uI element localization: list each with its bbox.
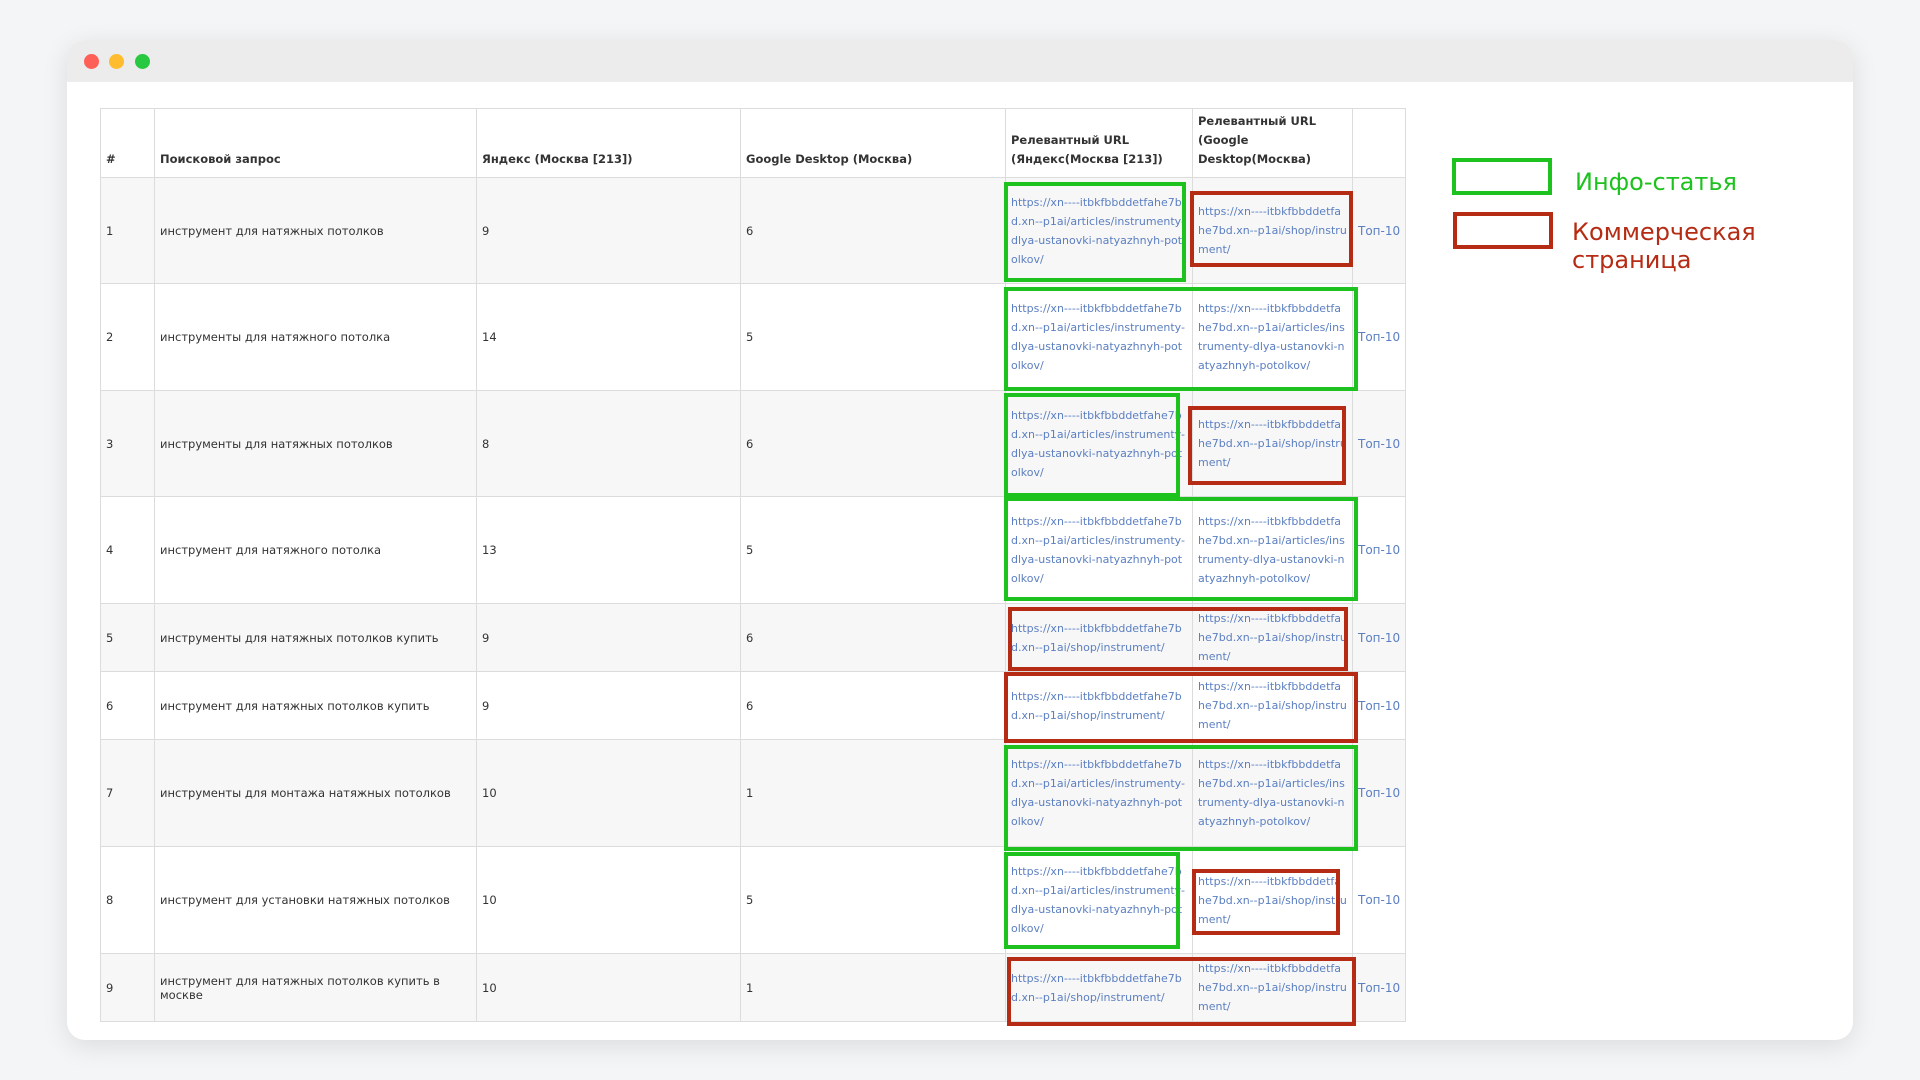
table-row: 2 инструменты для натяжного потолка 14 5 htt…	[100, 283, 1407, 391]
column-header-google: Google Desktop (Москва)	[740, 108, 1006, 178]
legend-info-swatch	[1452, 158, 1552, 195]
column-header-query: Поисковой запрос	[154, 108, 477, 178]
top-status-link[interactable]: Топ-10	[1351, 603, 1407, 672]
window-titlebar	[67, 40, 1853, 82]
table-row: 1 инструмент для натяжных потолков 9 6 https…	[100, 177, 1407, 284]
query-cell: инструмент для натяжных потолков	[154, 177, 477, 284]
google-url-link[interactable]: https://xn----itbkfbbddetfahe7bd.xn--p1a…	[1192, 846, 1353, 954]
yandex-position-cell: 10	[476, 739, 741, 847]
top-status-link[interactable]: Топ-10	[1351, 177, 1407, 284]
google-url-link[interactable]: https://xn----itbkfbbddetfahe7bd.xn--p1a…	[1192, 496, 1353, 604]
row-number-cell: 9	[100, 953, 155, 1022]
serp-table: # Поисковой запрос Яндекс (Москва [213])…	[100, 108, 1407, 1022]
google-position-cell: 5	[740, 846, 1006, 954]
top-status-link[interactable]: Топ-10	[1351, 953, 1407, 1022]
column-header-url-google: Релевантный URL (Google Desktop(Москва)	[1192, 108, 1353, 178]
yandex-url-link[interactable]: https://xn----itbkfbbddetfahe7bd.xn--p1a…	[1005, 283, 1193, 391]
yandex-url-link[interactable]: https://xn----itbkfbbddetfahe7bd.xn--p1a…	[1005, 496, 1193, 604]
query-cell: инструменты для натяжных потолков купить	[154, 603, 477, 672]
table-row: 3 инструменты для натяжных потолков 8 6 http…	[100, 390, 1407, 497]
minimize-window-button[interactable]	[109, 54, 124, 69]
top-status-link[interactable]: Топ-10	[1351, 283, 1407, 391]
yandex-position-cell: 9	[476, 671, 741, 740]
top-status-link[interactable]: Топ-10	[1351, 671, 1407, 740]
query-cell: инструмент для натяжного потолка	[154, 496, 477, 604]
google-url-link[interactable]: https://xn----itbkfbbddetfahe7bd.xn--p1a…	[1192, 671, 1353, 740]
table-row: 4 инструмент для натяжного потолка 13 5 http…	[100, 496, 1407, 604]
query-cell: инструмент для натяжных потолков купить	[154, 671, 477, 740]
column-header-top	[1351, 108, 1407, 178]
row-number-cell: 8	[100, 846, 155, 954]
table-row: 6 инструмент для натяжных потолков купить…	[100, 671, 1407, 740]
yandex-url-link[interactable]: https://xn----itbkfbbddetfahe7bd.xn--p1a…	[1005, 739, 1193, 847]
google-position-cell: 6	[740, 390, 1006, 497]
maximize-window-button[interactable]	[135, 54, 150, 69]
yandex-position-cell: 13	[476, 496, 741, 604]
legend-commercial-swatch	[1453, 212, 1553, 249]
google-position-cell: 5	[740, 496, 1006, 604]
column-header-yandex: Яндекс (Москва [213])	[476, 108, 741, 178]
google-position-cell: 5	[740, 283, 1006, 391]
query-cell: инструменты для монтажа натяжных потолко…	[154, 739, 477, 847]
google-position-cell: 1	[740, 739, 1006, 847]
yandex-position-cell: 10	[476, 953, 741, 1022]
yandex-position-cell: 9	[476, 177, 741, 284]
yandex-position-cell: 10	[476, 846, 741, 954]
yandex-url-link[interactable]: https://xn----itbkfbbddetfahe7bd.xn--p1a…	[1005, 953, 1193, 1022]
google-url-link[interactable]: https://xn----itbkfbbddetfahe7bd.xn--p1a…	[1192, 739, 1353, 847]
legend-info-label: Инфо-статья	[1575, 168, 1737, 196]
top-status-link[interactable]: Топ-10	[1351, 739, 1407, 847]
google-url-link[interactable]: https://xn----itbkfbbddetfahe7bd.xn--p1a…	[1192, 953, 1353, 1022]
column-header-url-yandex: Релевантный URL (Яндекс(Москва [213])	[1005, 108, 1193, 178]
yandex-url-link[interactable]: https://xn----itbkfbbddetfahe7bd.xn--p1a…	[1005, 390, 1193, 497]
query-cell: инструменты для натяжного потолка	[154, 283, 477, 391]
row-number-cell: 5	[100, 603, 155, 672]
table-row: 7 инструменты для монтажа натяжных потолк…	[100, 739, 1407, 847]
query-cell: инструмент для установки натяжных потолк…	[154, 846, 477, 954]
yandex-url-link[interactable]: https://xn----itbkfbbddetfahe7bd.xn--p1a…	[1005, 846, 1193, 954]
yandex-url-link[interactable]: https://xn----itbkfbbddetfahe7bd.xn--p1a…	[1005, 177, 1193, 284]
table-row: 5 инструменты для натяжных потолков купит…	[100, 603, 1407, 672]
query-cell: инструменты для натяжных потолков	[154, 390, 477, 497]
table-header-row: # Поисковой запрос Яндекс (Москва [213])…	[100, 108, 1407, 178]
legend-commercial-label: Коммерческая страница	[1572, 218, 1756, 274]
google-position-cell: 6	[740, 177, 1006, 284]
google-position-cell: 1	[740, 953, 1006, 1022]
google-url-link[interactable]: https://xn----itbkfbbddetfahe7bd.xn--p1a…	[1192, 177, 1353, 284]
table-row: 8 инструмент для установки натяжных потол…	[100, 846, 1407, 954]
yandex-position-cell: 14	[476, 283, 741, 391]
row-number-cell: 7	[100, 739, 155, 847]
yandex-position-cell: 9	[476, 603, 741, 672]
google-url-link[interactable]: https://xn----itbkfbbddetfahe7bd.xn--p1a…	[1192, 283, 1353, 391]
row-number-cell: 2	[100, 283, 155, 391]
browser-window: # Поисковой запрос Яндекс (Москва [213])…	[67, 40, 1853, 1040]
row-number-cell: 1	[100, 177, 155, 284]
google-position-cell: 6	[740, 603, 1006, 672]
top-status-link[interactable]: Топ-10	[1351, 390, 1407, 497]
query-cell: инструмент для натяжных потолков купить …	[154, 953, 477, 1022]
table-row: 9 инструмент для натяжных потолков купить…	[100, 953, 1407, 1022]
column-header-number: #	[100, 108, 155, 178]
row-number-cell: 3	[100, 390, 155, 497]
google-url-link[interactable]: https://xn----itbkfbbddetfahe7bd.xn--p1a…	[1192, 390, 1353, 497]
yandex-position-cell: 8	[476, 390, 741, 497]
top-status-link[interactable]: Топ-10	[1351, 846, 1407, 954]
yandex-url-link[interactable]: https://xn----itbkfbbddetfahe7bd.xn--p1a…	[1005, 603, 1193, 672]
close-window-button[interactable]	[84, 54, 99, 69]
yandex-url-link[interactable]: https://xn----itbkfbbddetfahe7bd.xn--p1a…	[1005, 671, 1193, 740]
top-status-link[interactable]: Топ-10	[1351, 496, 1407, 604]
google-url-link[interactable]: https://xn----itbkfbbddetfahe7bd.xn--p1a…	[1192, 603, 1353, 672]
row-number-cell: 6	[100, 671, 155, 740]
row-number-cell: 4	[100, 496, 155, 604]
google-position-cell: 6	[740, 671, 1006, 740]
